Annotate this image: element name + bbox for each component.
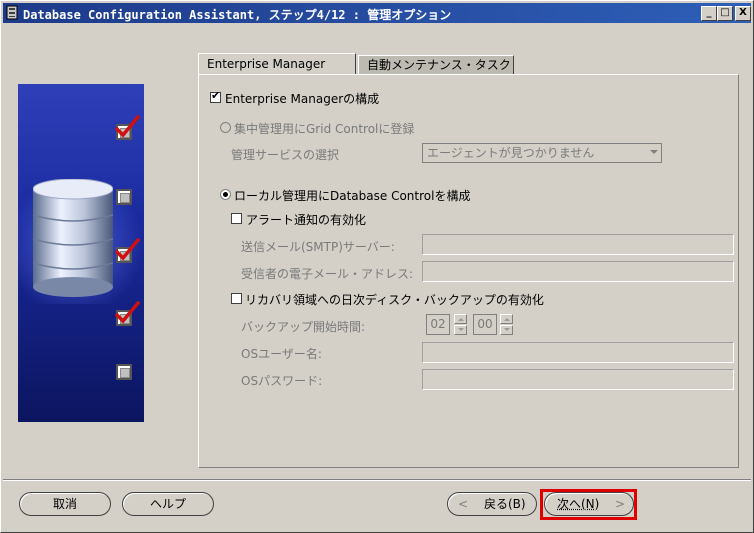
local-db-control-radio[interactable] (220, 189, 231, 200)
os-password-label: OSパスワード: (241, 374, 323, 388)
spin-down-icon[interactable] (454, 325, 467, 335)
step-2-box (116, 189, 132, 205)
close-button[interactable]: X (735, 6, 751, 21)
dbca-window: Database Configuration Assistant, ステップ4/… (0, 0, 754, 533)
backup-hour-field[interactable]: 02 (426, 314, 450, 335)
maximize-icon: □ (720, 7, 730, 18)
configure-em-checkbox[interactable]: ✔ (210, 89, 221, 103)
step-1-check-icon (115, 115, 140, 138)
help-button[interactable]: ヘルプ (122, 492, 214, 516)
smtp-field[interactable] (422, 234, 734, 255)
backup-time-label: バックアップ開始時間: (241, 320, 366, 334)
step-4-check-icon (115, 301, 140, 324)
backup-hour-stepper[interactable] (454, 314, 467, 335)
minimize-icon: _ (706, 7, 712, 18)
smtp-label: 送信メール(SMTP)サーバー: (241, 240, 395, 254)
wizard-side-panel (18, 84, 144, 422)
backup-label: リカバリ領域への日次ディスク・バックアップの有効化 (245, 293, 544, 307)
chevron-left-icon: < (458, 497, 469, 511)
mgmt-service-value: エージェントが見つかりません (427, 146, 595, 160)
grid-control-label: 集中管理用にGrid Controlに登録 (234, 122, 415, 136)
os-password-field[interactable] (422, 369, 734, 390)
back-button[interactable]: < 戻る(B) (447, 492, 537, 516)
mgmt-service-select[interactable]: エージェントが見つかりません (422, 143, 662, 163)
spin-down-icon[interactable] (500, 325, 513, 335)
backup-checkbox[interactable] (231, 293, 242, 304)
close-icon: X (739, 7, 747, 18)
os-user-field[interactable] (422, 342, 734, 363)
tab-auto-maintenance[interactable]: 自動メンテナンス・タスク (358, 55, 514, 74)
maximize-button[interactable]: □ (717, 6, 733, 21)
app-icon (6, 5, 18, 20)
step-5-box (116, 364, 132, 380)
alert-label: アラート通知の有効化 (246, 213, 367, 227)
spin-up-icon[interactable] (454, 314, 467, 324)
step-3-check-icon (115, 238, 140, 261)
checkmark-icon: ✔ (211, 89, 221, 102)
cancel-button[interactable]: 取消 (19, 492, 111, 516)
backup-minute-stepper[interactable] (500, 314, 513, 335)
recipient-label: 受信者の電子メール・アドレス: (241, 267, 414, 281)
window-title: Database Configuration Assistant, ステップ4/… (23, 8, 452, 22)
title-bar[interactable]: Database Configuration Assistant, ステップ4/… (3, 3, 751, 23)
alert-checkbox[interactable] (231, 213, 242, 224)
spin-up-icon[interactable] (500, 314, 513, 324)
chevron-down-icon (650, 150, 658, 154)
configure-em-label: Enterprise Managerの構成 (225, 92, 380, 106)
database-icon (33, 179, 113, 297)
grid-control-radio[interactable] (220, 122, 231, 133)
os-user-label: OSユーザー名: (241, 347, 322, 361)
backup-minute-field[interactable]: 00 (473, 314, 497, 335)
recipient-field[interactable] (422, 261, 734, 282)
mgmt-service-label: 管理サービスの選択 (231, 148, 340, 162)
footer-divider (3, 479, 751, 481)
tab-enterprise-manager[interactable]: Enterprise Manager (198, 53, 356, 75)
next-button-highlight (540, 489, 637, 520)
minimize-button[interactable]: _ (701, 6, 717, 21)
local-db-control-label: ローカル管理用にDatabase Controlを構成 (234, 189, 471, 203)
